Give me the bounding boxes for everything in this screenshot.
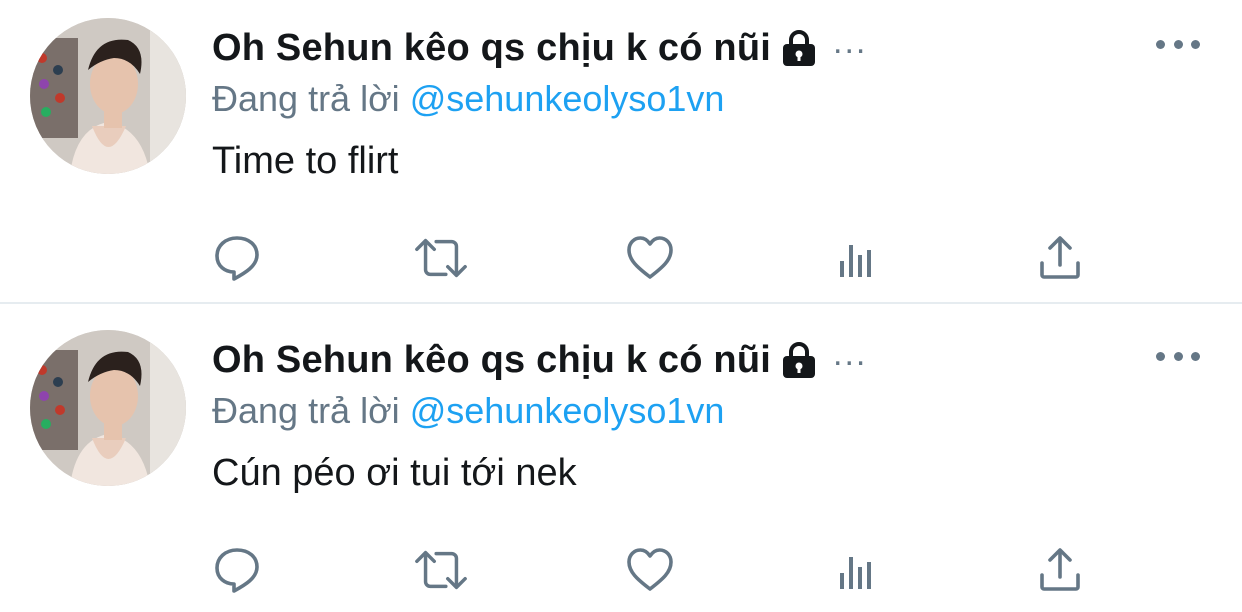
reply-handle-link[interactable]: @sehunkeolyso1vn — [410, 78, 725, 119]
replying-to: Đang trả lời @sehunkeolyso1vn — [212, 390, 724, 434]
tweet[interactable]: Oh Sehun kêo qs chịu k có nũi ... Đang t… — [0, 312, 1242, 612]
avatar[interactable] — [30, 330, 186, 486]
analytics-icon[interactable] — [828, 542, 884, 598]
avatar[interactable] — [30, 18, 186, 174]
reply-icon[interactable] — [209, 230, 265, 286]
reply-prefix: Đang trả lời — [212, 390, 400, 431]
author-name[interactable]: Oh Sehun kêo qs chịu k có nũi — [212, 339, 771, 382]
replying-to: Đang trả lời @sehunkeolyso1vn — [212, 78, 724, 122]
lock-icon — [779, 340, 819, 380]
reply-prefix: Đang trả lời — [212, 78, 400, 119]
more-options-icon[interactable] — [1156, 344, 1200, 368]
like-icon[interactable] — [622, 542, 678, 598]
share-icon[interactable] — [1032, 230, 1088, 286]
more-options-icon[interactable] — [1156, 32, 1200, 56]
name-truncation: ... — [833, 22, 868, 61]
tweet-divider — [0, 302, 1242, 304]
tweet[interactable]: Oh Sehun kêo qs chịu k có nũi ... Đang t… — [0, 0, 1242, 300]
tweet-text: Time to flirt — [212, 140, 399, 182]
retweet-icon[interactable] — [413, 230, 469, 286]
tweet-text: Cún péo ơi tui tới nek — [212, 452, 577, 494]
name-truncation: ... — [833, 334, 868, 373]
share-icon[interactable] — [1032, 542, 1088, 598]
lock-icon — [779, 28, 819, 68]
reply-handle-link[interactable]: @sehunkeolyso1vn — [410, 390, 725, 431]
like-icon[interactable] — [622, 230, 678, 286]
author-name-row: Oh Sehun kêo qs chịu k có nũi ... — [212, 22, 868, 72]
author-name-row: Oh Sehun kêo qs chịu k có nũi ... — [212, 334, 868, 384]
retweet-icon[interactable] — [413, 542, 469, 598]
analytics-icon[interactable] — [828, 230, 884, 286]
reply-icon[interactable] — [209, 542, 265, 598]
author-name[interactable]: Oh Sehun kêo qs chịu k có nũi — [212, 27, 771, 70]
